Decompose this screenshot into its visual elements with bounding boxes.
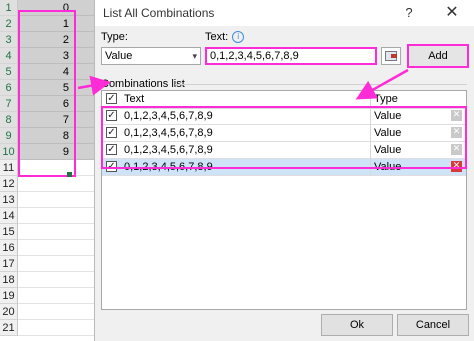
row-header[interactable]: 8	[0, 112, 18, 128]
group-divider	[175, 84, 467, 85]
type-select[interactable]: Value ▾	[101, 47, 201, 65]
row-header[interactable]: 1	[0, 0, 18, 16]
sheet-cell[interactable]	[18, 176, 96, 192]
row-header[interactable]: 7	[0, 96, 18, 112]
column-header-type[interactable]: Type	[374, 93, 398, 105]
row-header[interactable]: 18	[0, 272, 18, 288]
sheet-cell[interactable]	[18, 256, 96, 272]
row-header[interactable]: 3	[0, 32, 18, 48]
close-button[interactable]: ✕	[441, 3, 463, 23]
type-select-value: Value	[105, 50, 133, 62]
row-header[interactable]: 16	[0, 240, 18, 256]
row-header[interactable]: 4	[0, 48, 18, 64]
ok-button[interactable]: Ok	[321, 314, 393, 336]
select-range-button[interactable]	[381, 47, 401, 65]
row-header[interactable]: 9	[0, 128, 18, 144]
text-label: Text:	[205, 31, 229, 43]
sheet-cell[interactable]	[18, 224, 96, 240]
row-header[interactable]: 15	[0, 224, 18, 240]
row-header[interactable]: 10	[0, 144, 18, 160]
combinations-list-label: Combinations list	[101, 78, 185, 90]
combinations-highlight	[101, 106, 467, 169]
add-button[interactable]: Add	[407, 44, 469, 68]
column-header-text[interactable]: Text	[124, 93, 144, 105]
row-header[interactable]: 20	[0, 304, 18, 320]
sheet-cell[interactable]	[18, 192, 96, 208]
text-label-group: Text: i	[205, 31, 245, 43]
sheet-cell[interactable]	[18, 240, 96, 256]
sheet-cell[interactable]	[18, 320, 96, 336]
source-range-highlight	[18, 10, 76, 177]
dialog-title: List All Combinations	[103, 6, 215, 20]
sheet-cell[interactable]	[18, 272, 96, 288]
title-bar: List All Combinations ? ✕	[95, 0, 474, 26]
row-header[interactable]: 2	[0, 16, 18, 32]
cancel-button[interactable]: Cancel	[397, 314, 469, 336]
row-header[interactable]: 5	[0, 64, 18, 80]
row-header[interactable]: 21	[0, 320, 18, 336]
sheet-cell[interactable]	[18, 288, 96, 304]
spreadsheet: 1 0 2 1 3 2 4 3 5 4 6 5 7 6 8 7 9 8 10 9 11 12 13 14 15 16 17 18 19 2…	[0, 0, 97, 341]
help-button[interactable]: ?	[401, 5, 417, 21]
chevron-down-icon: ▾	[192, 51, 197, 61]
row-header[interactable]: 19	[0, 288, 18, 304]
select-all-checkbox[interactable]: ✓	[106, 93, 117, 104]
row-header[interactable]: 12	[0, 176, 18, 192]
row-header[interactable]: 17	[0, 256, 18, 272]
sheet-cell[interactable]	[18, 304, 96, 320]
text-input[interactable]: 0,1,2,3,4,5,6,7,8,9	[205, 47, 377, 65]
range-select-icon	[385, 51, 397, 61]
row-header[interactable]: 6	[0, 80, 18, 96]
info-icon[interactable]: i	[232, 31, 245, 43]
row-header[interactable]: 13	[0, 192, 18, 208]
row-header[interactable]: 14	[0, 208, 18, 224]
sheet-cell[interactable]	[18, 208, 96, 224]
list-all-combinations-dialog: List All Combinations ? ✕ Type: Text: i V…	[94, 0, 474, 341]
fill-handle[interactable]	[67, 172, 72, 177]
type-label: Type:	[101, 31, 128, 43]
row-header[interactable]: 11	[0, 160, 18, 176]
